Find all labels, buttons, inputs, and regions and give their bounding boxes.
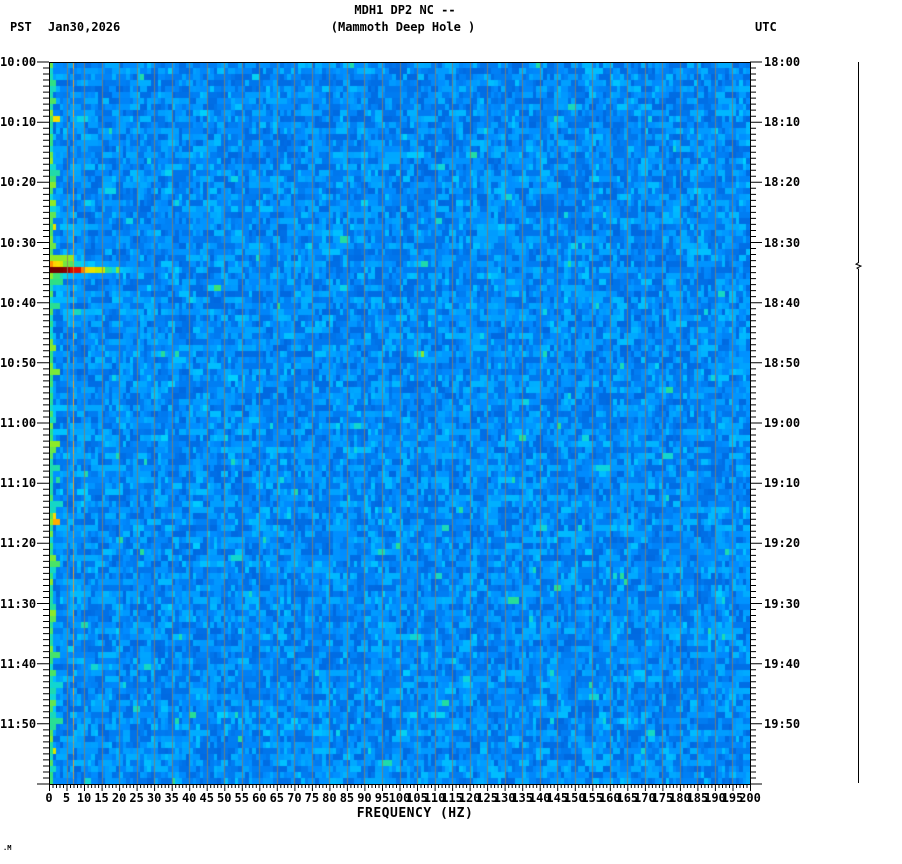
freq-tick-label: 80 <box>322 791 337 805</box>
freq-tick-label: 200 <box>739 791 761 805</box>
freq-tick-label: 85 <box>339 791 355 805</box>
right-time-label: 18:20 <box>764 175 801 190</box>
left-time-label: 11:10 <box>0 476 37 491</box>
right-time-label: 18:50 <box>764 355 801 370</box>
freq-tick-label: 95 <box>374 791 390 805</box>
spectrogram-plot <box>49 62 750 784</box>
freq-tick-label: 55 <box>234 791 249 805</box>
left-time-label: 10:50 <box>0 355 37 370</box>
xaxis-title: FREQUENCY (HZ) <box>356 806 474 821</box>
right-time-label: 19:20 <box>764 536 801 551</box>
right-time-label: 19:30 <box>764 596 801 611</box>
freq-tick-label: 40 <box>181 791 197 805</box>
freq-tick-label: 75 <box>304 791 320 805</box>
freq-tick-label: 70 <box>287 791 302 805</box>
page-subtitle: (Mammoth Deep Hole ) <box>330 20 476 34</box>
freq-tick-label: 20 <box>111 791 127 805</box>
left-time-label: 11:30 <box>0 596 37 611</box>
freq-tick-label: 15 <box>94 791 109 805</box>
left-time-label: 11:20 <box>0 536 37 551</box>
freq-tick-label: 30 <box>146 791 162 805</box>
freq-tick-label: 5 <box>62 791 71 805</box>
left-time-label: 10:40 <box>0 295 37 310</box>
freq-tick-label: 65 <box>269 791 285 805</box>
left-time-label: 11:40 <box>0 656 37 671</box>
amplitude-trace <box>854 62 863 783</box>
right-time-label: 18:30 <box>764 235 801 250</box>
freq-tick-label: 0 <box>45 791 53 805</box>
spectrogram-canvas <box>49 62 750 784</box>
right-time-label: 18:00 <box>764 55 801 69</box>
left-time-label: 10:30 <box>0 235 37 250</box>
freq-tick-label: 45 <box>199 791 214 805</box>
right-time-label: 19:40 <box>764 656 801 671</box>
right-time-label: 19:10 <box>764 476 801 491</box>
corner-mark: .M <box>3 844 12 852</box>
left-time-label: 11:50 <box>0 716 37 731</box>
left-time-label: 10:00 <box>0 55 37 69</box>
page-title: MDH1 DP2 NC -- <box>354 3 456 17</box>
right-time-label: 18:10 <box>764 115 801 130</box>
freq-tick-label: 25 <box>129 791 144 805</box>
right-time-label: 19:50 <box>764 716 801 731</box>
freq-tick-label: 90 <box>357 791 372 805</box>
freq-tick-label: 10 <box>76 791 92 805</box>
freq-tick-label: 35 <box>164 791 179 805</box>
timezone-right-label: UTC <box>755 20 777 34</box>
freq-tick-label: 60 <box>252 791 267 805</box>
right-time-label: 19:00 <box>764 416 801 430</box>
right-time-label: 18:40 <box>764 295 801 310</box>
spectrogram-page: { "header": { "tz_left": "PST", "date": … <box>0 0 902 864</box>
left-time-label: 10:20 <box>0 175 37 190</box>
freq-tick-label: 50 <box>217 791 232 805</box>
left-time-label: 11:00 <box>0 416 37 430</box>
left-time-label: 10:10 <box>0 115 37 130</box>
